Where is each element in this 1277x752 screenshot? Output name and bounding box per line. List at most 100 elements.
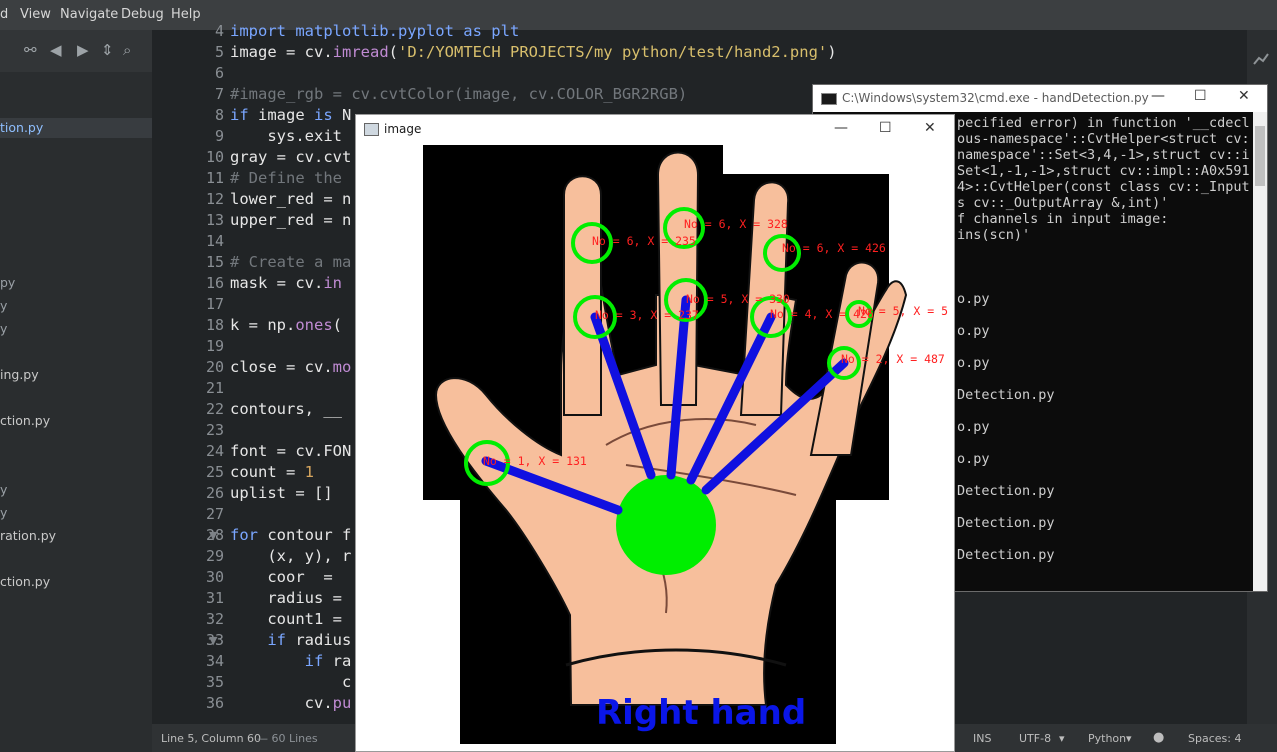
file-item-selected[interactable]: tion.py — [0, 120, 43, 135]
code-line[interactable]: gray = cv.cvt — [230, 148, 351, 166]
code-line[interactable]: mask = cv.in — [230, 274, 342, 292]
cmd-output-line: o.py — [957, 291, 990, 307]
line-number: 14 — [205, 232, 224, 250]
close-icon[interactable]: ✕ — [1238, 88, 1250, 104]
chevron-down-icon[interactable]: ▾ — [1059, 732, 1065, 745]
cmd-title: C:\Windows\system32\cmd.exe - handDetect… — [842, 91, 1149, 105]
cmd-output-line: Set<1,-1,-1>,struct cv::impl::A0x591 — [957, 163, 1250, 179]
code-line[interactable]: k = np.ones( — [230, 316, 342, 334]
maximize-icon[interactable]: ☐ — [1194, 88, 1207, 104]
cmd-output-line: ins(scn)' — [957, 227, 1031, 243]
cursor-position[interactable]: Line 5, Column 60 — [161, 732, 261, 745]
file-item[interactable]: y — [0, 321, 7, 336]
line-number: 24 — [205, 442, 224, 460]
search-icon[interactable]: ⌕ — [123, 41, 131, 59]
file-item[interactable]: y — [0, 298, 7, 313]
code-line[interactable]: # Create a ma — [230, 253, 351, 271]
code-line[interactable]: count = 1 — [230, 463, 314, 481]
code-line[interactable]: close = cv.mo — [230, 358, 351, 376]
line-number: 17 — [205, 295, 224, 313]
line-number: 6 — [214, 64, 224, 82]
detection-label: No = 5, X = 5 — [858, 304, 948, 318]
code-line[interactable]: sys.exit — [230, 127, 342, 145]
detection-label: No = 2, X = 487 — [841, 352, 945, 366]
code-line[interactable]: for contour f — [230, 526, 351, 544]
cmd-output-line: Detection.py — [957, 387, 1055, 403]
language-select[interactable]: Python — [1088, 732, 1126, 745]
menu-navigate[interactable]: Navigate — [60, 7, 118, 22]
scroll-thumb[interactable] — [1255, 126, 1265, 186]
code-line[interactable]: if ra — [230, 652, 352, 670]
file-item[interactable]: y — [0, 505, 7, 520]
file-item[interactable]: ration.py — [0, 528, 56, 543]
menu-edit[interactable]: d — [0, 7, 8, 22]
line-number: 29 — [205, 547, 224, 565]
line-number: 4 — [214, 22, 224, 40]
line-number: 36 — [205, 694, 224, 712]
code-line[interactable]: count1 = — [230, 610, 351, 628]
detection-label: No = 5, X = 330 — [686, 292, 790, 306]
code-line[interactable]: # Define the — [230, 169, 342, 187]
line-number: 20 — [205, 358, 224, 376]
line-number: 21 — [205, 379, 224, 397]
code-line[interactable]: font = cv.FON — [230, 442, 351, 460]
sort-icon[interactable]: ⇕ — [101, 41, 114, 59]
line-number: 19 — [205, 337, 224, 355]
minimize-icon[interactable]: — — [1151, 88, 1165, 104]
fold-toggle-icon[interactable]: ▼ — [209, 634, 217, 647]
menu-debug[interactable]: Debug — [121, 7, 164, 22]
detection-label: No = 6, X = 328 — [684, 217, 788, 231]
indent-spaces[interactable]: Spaces: 4 — [1188, 732, 1241, 745]
status-circle-icon[interactable]: ● — [1153, 730, 1164, 745]
line-number: 13 — [205, 211, 224, 229]
cmd-output-line: Detection.py — [957, 547, 1055, 563]
file-item[interactable]: ction.py — [0, 413, 50, 428]
insert-mode[interactable]: INS — [973, 732, 991, 745]
menu-help[interactable]: Help — [171, 7, 201, 22]
cmd-output-line: o.py — [957, 419, 990, 435]
code-line[interactable]: contours, __ — [230, 400, 342, 418]
code-line[interactable]: if radius — [230, 631, 351, 649]
file-item[interactable]: ing.py — [0, 367, 39, 382]
binoculars-icon[interactable]: ⚯ — [24, 41, 37, 59]
cmd-output-line: pecified error) in function '__cdecl — [957, 115, 1250, 131]
forward-arrow-icon[interactable]: ▶ — [77, 41, 89, 59]
code-line[interactable]: import matplotlib.pyplot as plt — [230, 22, 519, 40]
code-line[interactable]: coor = — [230, 568, 342, 586]
code-line[interactable]: lower_red = n — [230, 190, 351, 208]
code-line[interactable]: if image is N — [230, 106, 351, 124]
cmd-scrollbar[interactable] — [1253, 112, 1267, 591]
line-number: 27 — [205, 505, 224, 523]
file-item[interactable]: py — [0, 275, 15, 290]
line-number: 8 — [214, 106, 224, 124]
line-number: 30 — [205, 568, 224, 586]
code-line[interactable]: (x, y), r — [230, 547, 351, 565]
menu-view[interactable]: View — [20, 7, 51, 22]
file-item[interactable]: y — [0, 482, 7, 497]
code-line[interactable]: upper_red = n — [230, 211, 351, 229]
cmd-output-line: ous-namespace'::CvtHelper<struct cv: — [957, 131, 1250, 147]
hand-label: Right hand — [596, 693, 807, 733]
code-line[interactable]: #image_rgb = cv.cvtColor(image, cv.COLOR… — [230, 85, 687, 103]
activity-graph-icon — [1253, 53, 1269, 65]
cmd-title-bar[interactable]: C:\Windows\system32\cmd.exe - handDetect… — [813, 85, 1267, 112]
line-number: 26 — [205, 484, 224, 502]
chevron-down-icon[interactable]: ▾ — [1126, 732, 1132, 745]
code-line[interactable]: cv.pu — [230, 694, 352, 712]
back-arrow-icon[interactable]: ◀ — [50, 41, 62, 59]
code-line[interactable]: radius = — [230, 589, 351, 607]
code-line[interactable]: c — [230, 673, 351, 691]
line-number: 23 — [205, 421, 224, 439]
code-line[interactable]: image = cv.imread('D:/YOMTECH PROJECTS/m… — [230, 43, 837, 61]
detection-label: No = 6, X = 426 — [782, 241, 886, 255]
line-number: 25 — [205, 463, 224, 481]
encoding-select[interactable]: UTF-8 — [1019, 732, 1051, 745]
line-number: 18 — [205, 316, 224, 334]
terminal-icon — [821, 93, 837, 105]
code-line[interactable]: uplist = [] — [230, 484, 333, 502]
file-item[interactable]: ction.py — [0, 574, 50, 589]
fold-toggle-icon[interactable]: ▼ — [209, 529, 217, 542]
line-number: 5 — [214, 43, 224, 61]
line-number: 11 — [205, 169, 224, 187]
cmd-output-line: namespace'::Set<3,4,-1>,struct cv::i — [957, 147, 1250, 163]
